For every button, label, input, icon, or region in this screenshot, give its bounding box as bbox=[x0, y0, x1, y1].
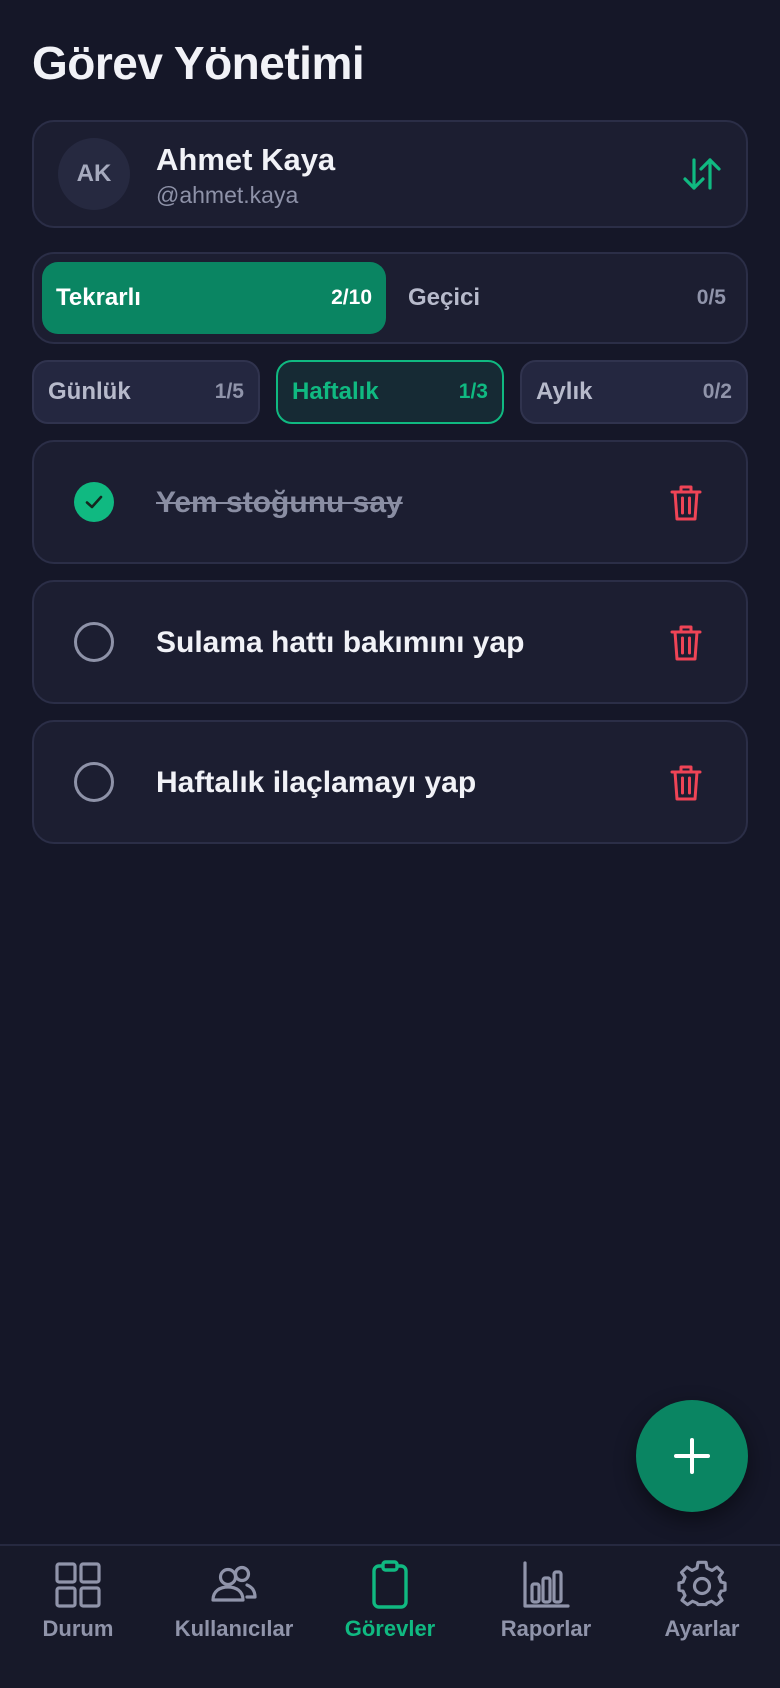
nav-label: Durum bbox=[42, 1616, 114, 1641]
task-item: Yem stoğunu say bbox=[32, 440, 748, 564]
grid-icon bbox=[55, 1562, 101, 1608]
nav-label: Raporlar bbox=[500, 1616, 592, 1641]
task-title: Yem stoğunu say bbox=[156, 486, 403, 519]
trash-icon[interactable] bbox=[670, 624, 702, 662]
tab-daily[interactable]: Günlük 1/5 bbox=[32, 360, 260, 424]
user-card: AK Ahmet Kaya @ahmet.kaya bbox=[32, 120, 748, 228]
trash-icon[interactable] bbox=[670, 484, 702, 522]
user-name: Ahmet Kaya bbox=[156, 142, 336, 177]
task-checkbox[interactable] bbox=[74, 622, 114, 662]
tab-label: Geçici bbox=[408, 284, 481, 311]
nav-label: Ayarlar bbox=[664, 1616, 740, 1641]
bottom-nav: Durum Kullanıcılar Görevler Raporlar Aya… bbox=[0, 1544, 780, 1688]
nav-label: Görevler bbox=[344, 1616, 436, 1641]
tab-count: 1/3 bbox=[458, 380, 488, 403]
bar-chart-icon bbox=[523, 1561, 570, 1608]
tab-count: 2/10 bbox=[331, 286, 372, 309]
tab-label: Tekrarlı bbox=[56, 284, 141, 311]
task-title: Sulama hattı bakımını yap bbox=[156, 626, 525, 659]
page-title: Görev Yönetimi bbox=[32, 37, 365, 89]
add-task-button[interactable] bbox=[636, 1400, 748, 1512]
nav-item-durum[interactable]: Durum bbox=[0, 1560, 156, 1660]
users-icon bbox=[211, 1565, 257, 1602]
swap-user-button[interactable] bbox=[680, 154, 724, 194]
nav-label: Kullanıcılar bbox=[174, 1616, 294, 1641]
screen: Görev Yönetimi AK Ahmet Kaya @ahmet.kaya… bbox=[0, 0, 780, 1688]
task-checkbox[interactable] bbox=[74, 482, 114, 522]
gear-icon bbox=[677, 1560, 727, 1607]
tab-count: 1/5 bbox=[214, 380, 244, 403]
avatar: AK bbox=[58, 138, 130, 210]
task-type-tabs: Tekrarlı 2/10 Geçici 0/5 bbox=[32, 252, 748, 344]
clipboard-icon bbox=[372, 1560, 408, 1609]
tab-count: 0/5 bbox=[696, 286, 726, 309]
tab-count: 0/2 bbox=[702, 380, 732, 403]
nav-item-ayarlar[interactable]: Ayarlar bbox=[624, 1560, 780, 1660]
tab-temporary[interactable]: Geçici 0/5 bbox=[394, 262, 740, 334]
nav-item-raporlar[interactable]: Raporlar bbox=[468, 1560, 624, 1660]
task-checkbox[interactable] bbox=[74, 762, 114, 802]
task-item: Haftalık ilaçlamayı yap bbox=[32, 720, 748, 844]
trash-icon[interactable] bbox=[670, 764, 702, 802]
nav-item-gorevler[interactable]: Görevler bbox=[312, 1560, 468, 1660]
swap-vertical-icon bbox=[683, 158, 721, 190]
tab-label: Aylık bbox=[536, 378, 593, 405]
user-handle: @ahmet.kaya bbox=[156, 182, 299, 208]
check-icon bbox=[85, 495, 103, 509]
tab-label: Günlük bbox=[48, 378, 131, 405]
task-title: Haftalık ilaçlamayı yap bbox=[156, 766, 477, 799]
plus-icon bbox=[674, 1438, 710, 1474]
task-item: Sulama hattı bakımını yap bbox=[32, 580, 748, 704]
nav-item-kullanicilar[interactable]: Kullanıcılar bbox=[156, 1560, 312, 1660]
tab-label: Haftalık bbox=[292, 378, 379, 405]
tab-recurring[interactable]: Tekrarlı 2/10 bbox=[42, 262, 386, 334]
tab-monthly[interactable]: Aylık 0/2 bbox=[520, 360, 748, 424]
tab-weekly[interactable]: Haftalık 1/3 bbox=[276, 360, 504, 424]
